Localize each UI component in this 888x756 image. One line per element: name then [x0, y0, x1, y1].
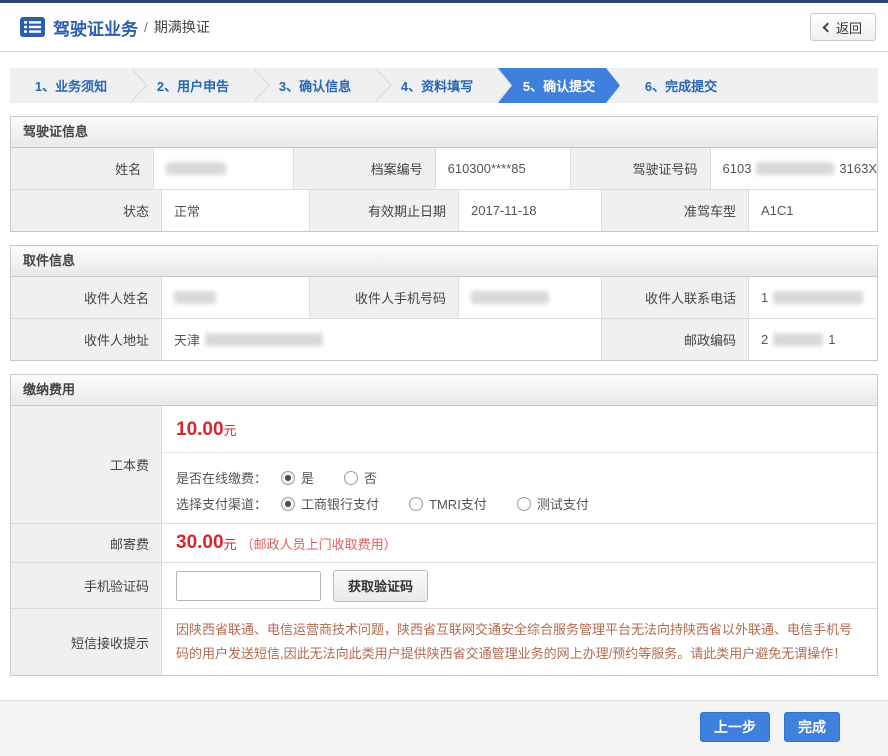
vehicle-class-value: A1C1 — [748, 190, 877, 231]
redacted-recipient-name — [174, 291, 216, 304]
mailing-fee-row: 邮寄费 30.00元 （邮政人员上门收取费用） — [11, 523, 877, 562]
recipient-name-label: 收件人姓名 — [11, 277, 161, 318]
sms-tip-value: 因陕西省联通、电信运营商技术问题，陕西省互联网交通安全综合服务管理平台无法向持陕… — [161, 609, 877, 675]
back-button-label: 返回 — [836, 18, 862, 37]
radio-unselected-icon[interactable] — [409, 497, 423, 511]
production-fee-price: 10.00元 — [162, 406, 877, 453]
channel-tmri-option[interactable]: TMRI支付 — [409, 494, 487, 513]
postal-code-label: 邮政编码 — [601, 319, 748, 360]
recipient-phone-value: 1 — [748, 277, 877, 318]
redacted-recipient-phone — [773, 291, 863, 304]
file-no-label: 档案编号 — [293, 148, 434, 189]
breadcrumb: 驾驶证业务 / 期满换证 — [20, 15, 210, 40]
status-label: 状态 — [11, 190, 161, 231]
pickup-info-section: 取件信息 收件人姓名 收件人手机号码 收件人联系电话 1 收件人地址 天津 邮政… — [10, 245, 878, 361]
online-pay-yes-option[interactable]: 是 — [281, 468, 314, 487]
production-fee-value: 10.00元 是否在线缴费： 是 否 选择支付渠道： — [161, 406, 877, 523]
captcha-input[interactable] — [176, 571, 321, 601]
address-value: 天津 — [161, 319, 601, 360]
channel-icbc-option[interactable]: 工商银行支付 — [281, 494, 379, 513]
radio-selected-icon[interactable] — [281, 497, 295, 511]
recipient-mobile-value — [458, 277, 601, 318]
name-label: 姓名 — [11, 148, 153, 189]
captcha-row: 手机验证码 获取验证码 — [11, 562, 877, 608]
license-no-value: 61033163X — [710, 148, 878, 189]
finish-button[interactable]: 完成 — [784, 712, 840, 742]
sms-tip-text: 因陕西省联通、电信运营商技术问题，陕西省互联网交通安全综合服务管理平台无法向持陕… — [162, 609, 877, 675]
expiry-value: 2017-11-18 — [458, 190, 601, 231]
step-4-fill-data: 4、资料填写 — [376, 68, 498, 103]
recipient-phone-label: 收件人联系电话 — [601, 277, 748, 318]
sms-tip-label: 短信接收提示 — [11, 609, 161, 675]
page-header: 驾驶证业务 / 期满换证 返回 — [0, 3, 888, 52]
redacted-name — [166, 162, 226, 175]
back-button[interactable]: 返回 — [810, 13, 876, 41]
radio-selected-icon[interactable] — [281, 471, 295, 485]
recipient-mobile-label: 收件人手机号码 — [309, 277, 458, 318]
captcha-value: 获取验证码 — [161, 563, 877, 608]
radio-unselected-icon[interactable] — [517, 497, 531, 511]
radio-unselected-icon[interactable] — [344, 471, 358, 485]
production-fee-label: 工本费 — [11, 406, 161, 523]
recipient-name-value — [161, 277, 309, 318]
fees-section: 缴纳费用 工本费 10.00元 是否在线缴费： 是 否 — [10, 374, 878, 676]
mailing-fee-label: 邮寄费 — [11, 524, 161, 562]
table-row: 姓名 档案编号 610300****85 驾驶证号码 61033163X — [11, 148, 877, 189]
step-6-complete-submit: 6、完成提交 — [620, 68, 742, 103]
step-wizard: 1、业务须知 2、用户申告 3、确认信息 4、资料填写 5、确认提交 6、完成提… — [10, 68, 878, 103]
file-no-value: 610300****85 — [435, 148, 571, 189]
step-3-confirm-info: 3、确认信息 — [254, 68, 376, 103]
redacted-address — [205, 333, 323, 346]
table-row: 收件人姓名 收件人手机号码 收件人联系电话 1 — [11, 277, 877, 318]
step-1-business-notice: 1、业务须知 — [10, 68, 132, 103]
page-title: 驾驶证业务 — [53, 15, 138, 40]
license-info-section: 驾驶证信息 姓名 档案编号 610300****85 驾驶证号码 6103316… — [10, 116, 878, 232]
production-fee-row: 工本费 10.00元 是否在线缴费： 是 否 选择 — [11, 406, 877, 523]
table-row: 状态 正常 有效期止日期 2017-11-18 准驾车型 A1C1 — [11, 189, 877, 231]
payment-options: 是否在线缴费： 是 否 选择支付渠道： 工商银行支付 — [162, 453, 877, 523]
footer-bar: 上一步 完成 — [0, 700, 888, 756]
mailing-fee-note: （邮政人员上门收取费用） — [241, 534, 397, 553]
fees-title: 缴纳费用 — [11, 375, 877, 406]
step-5-confirm-submit-active: 5、确认提交 — [498, 68, 620, 103]
page-subtitle: 期满换证 — [154, 17, 210, 37]
table-row: 收件人地址 天津 邮政编码 21 — [11, 318, 877, 360]
redacted-recipient-mobile — [471, 291, 549, 304]
postal-code-value: 21 — [748, 319, 877, 360]
license-list-icon — [20, 17, 45, 37]
previous-step-button[interactable]: 上一步 — [700, 712, 770, 742]
mailing-fee-value: 30.00元 （邮政人员上门收取费用） — [161, 524, 877, 562]
online-pay-line: 是否在线缴费： 是 否 — [176, 468, 863, 487]
address-label: 收件人地址 — [11, 319, 161, 360]
redacted-license-no — [756, 162, 834, 175]
license-no-label: 驾驶证号码 — [570, 148, 709, 189]
license-info-title: 驾驶证信息 — [11, 117, 877, 148]
redacted-postal-code — [773, 333, 823, 346]
chevron-left-icon — [823, 22, 833, 32]
channel-line: 选择支付渠道： 工商银行支付 TMRI支付 测试支付 — [176, 494, 863, 513]
online-pay-no-option[interactable]: 否 — [344, 468, 377, 487]
captcha-label: 手机验证码 — [11, 563, 161, 608]
status-value: 正常 — [161, 190, 309, 231]
online-pay-label: 是否在线缴费： — [176, 468, 267, 487]
name-value — [153, 148, 293, 189]
channel-label: 选择支付渠道： — [176, 494, 267, 513]
pickup-info-title: 取件信息 — [11, 246, 877, 277]
sms-tip-row: 短信接收提示 因陕西省联通、电信运营商技术问题，陕西省互联网交通安全综合服务管理… — [11, 608, 877, 675]
breadcrumb-separator: / — [144, 19, 148, 35]
step-2-user-declaration: 2、用户申告 — [132, 68, 254, 103]
vehicle-class-label: 准驾车型 — [601, 190, 748, 231]
channel-test-option[interactable]: 测试支付 — [517, 494, 589, 513]
expiry-label: 有效期止日期 — [309, 190, 458, 231]
get-captcha-button[interactable]: 获取验证码 — [333, 570, 428, 602]
